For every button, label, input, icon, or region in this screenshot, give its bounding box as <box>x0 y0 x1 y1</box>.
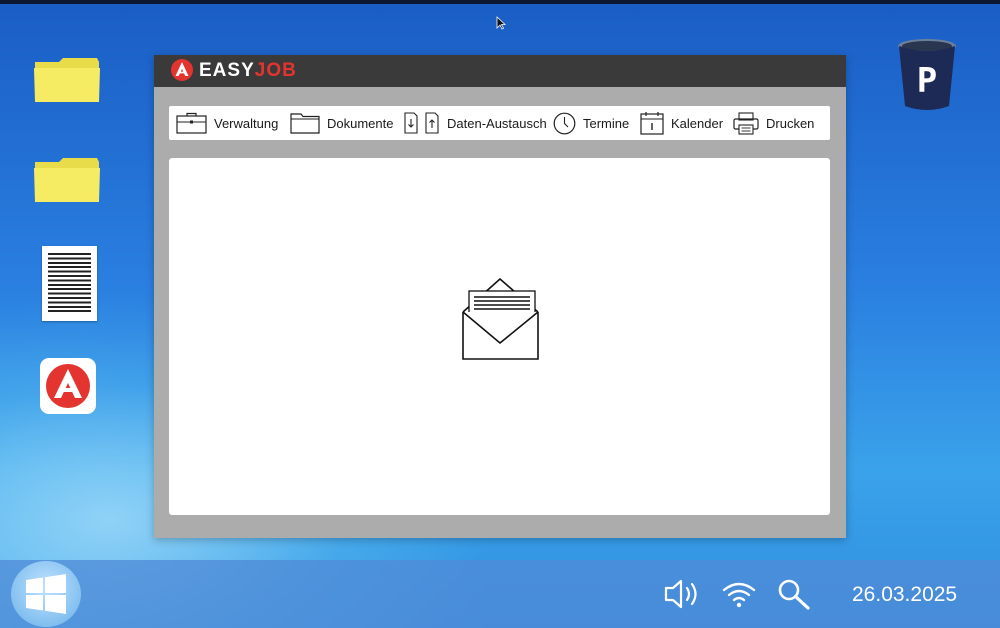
mouse-cursor-icon <box>496 16 506 30</box>
window-titlebar: EASYJOB <box>154 55 846 87</box>
printer-icon <box>733 111 759 135</box>
briefcase-icon <box>176 112 207 134</box>
toolbar-item-termine[interactable]: Termine <box>553 106 629 140</box>
toolbar-item-dokumente[interactable]: Dokumente <box>290 106 393 140</box>
toolbar-label-dokumente: Dokumente <box>327 115 394 131</box>
easyjob-logo-icon <box>171 59 193 81</box>
document-lines <box>48 253 91 314</box>
toolbar-item-kalender[interactable]: Kalender <box>640 106 723 140</box>
content-panel <box>169 158 830 515</box>
brand-part-easy: EASY <box>199 60 255 81</box>
brand-part-job: JOB <box>254 60 297 81</box>
top-edge-bar <box>0 0 1000 4</box>
toolbar-item-daten-austausch[interactable]: Daten-Austausch <box>404 106 547 140</box>
toolbar-item-verwaltung[interactable]: Verwaltung <box>176 106 278 140</box>
toolbar-label-kalender: Kalender <box>671 115 724 131</box>
folder-icon[interactable] <box>33 56 101 104</box>
toolbar-item-drucken[interactable]: Drucken <box>733 106 814 140</box>
arbeitsagentur-logo-icon <box>46 364 90 408</box>
toolbar-label-daten-austausch: Daten-Austausch <box>447 115 547 131</box>
svg-text:P: P <box>917 61 937 101</box>
search-icon[interactable] <box>777 578 811 610</box>
easyjob-logo-text: EASYJOB <box>199 60 297 82</box>
toolbar-label-termine: Termine <box>583 115 630 131</box>
folder-icon <box>290 113 320 134</box>
main-toolbar: Verwaltung Dokumente Daten-Austausch Ter… <box>169 106 830 140</box>
folder-icon[interactable] <box>33 156 101 204</box>
toolbar-label-drucken: Drucken <box>766 115 815 131</box>
calendar-icon <box>640 112 664 135</box>
easyjob-window: EASYJOB Verwaltung Dokumente Daten-Austa… <box>154 55 846 538</box>
wifi-icon[interactable] <box>722 580 756 608</box>
taskbar <box>0 560 1000 628</box>
trash-bin-icon[interactable]: P <box>895 36 959 112</box>
open-envelope-icon[interactable] <box>462 278 540 362</box>
desktop: P EASYJOB Verwaltung Dokumente Daten-Aus… <box>0 0 1000 628</box>
windows-logo-icon <box>26 574 66 614</box>
taskbar-date: 26.03.2025 <box>852 583 958 606</box>
file-exchange-icon <box>404 112 439 134</box>
speaker-icon[interactable] <box>664 578 702 610</box>
start-button[interactable] <box>11 561 81 627</box>
clock-icon <box>553 112 576 134</box>
document-icon[interactable] <box>42 246 97 321</box>
toolbar-label-verwaltung: Verwaltung <box>214 115 279 131</box>
arbeitsagentur-app-icon[interactable] <box>40 358 96 414</box>
